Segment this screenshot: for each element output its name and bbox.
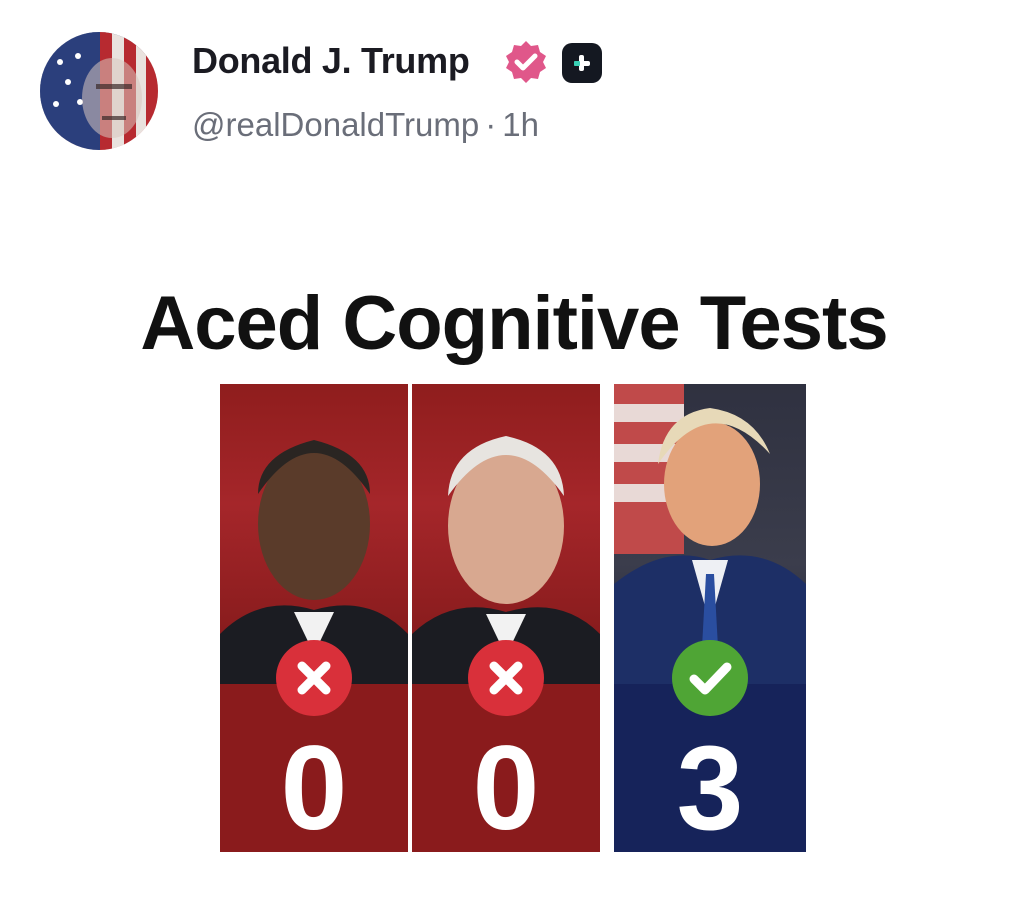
portrait-photo-2 xyxy=(412,384,600,684)
portrait-photo-1 xyxy=(220,384,408,684)
portrait-panel-2: 0 xyxy=(412,384,600,852)
timestamp[interactable]: 1h xyxy=(502,106,539,143)
avatar[interactable] xyxy=(40,32,158,150)
score-2: 0 xyxy=(472,721,540,852)
portrait-photo-3 xyxy=(614,384,806,684)
verified-badge-icon xyxy=(506,41,546,83)
check-mark-icon xyxy=(672,640,748,716)
avatar-image xyxy=(40,32,158,150)
post-meta: @realDonaldTrump · 1h xyxy=(192,106,539,144)
x-mark-icon xyxy=(276,640,352,716)
post-header: Donald J. Trump @realDonaldTrump · 1h xyxy=(40,32,1000,152)
plus-badge-icon xyxy=(562,43,602,83)
meta-separator: · xyxy=(485,106,497,143)
score-3: 3 xyxy=(676,721,744,852)
portrait-panel-3: 3 xyxy=(614,384,806,852)
display-name[interactable]: Donald J. Trump xyxy=(192,40,470,82)
portrait-panel-1: 0 xyxy=(220,384,408,852)
x-mark-icon xyxy=(468,640,544,716)
score-1: 0 xyxy=(280,721,348,852)
image-title: Aced Cognitive Tests xyxy=(140,281,888,366)
post-image[interactable]: Aced Cognitive Tests 0 0 3 xyxy=(84,280,944,860)
handle[interactable]: @realDonaldTrump xyxy=(192,106,479,143)
